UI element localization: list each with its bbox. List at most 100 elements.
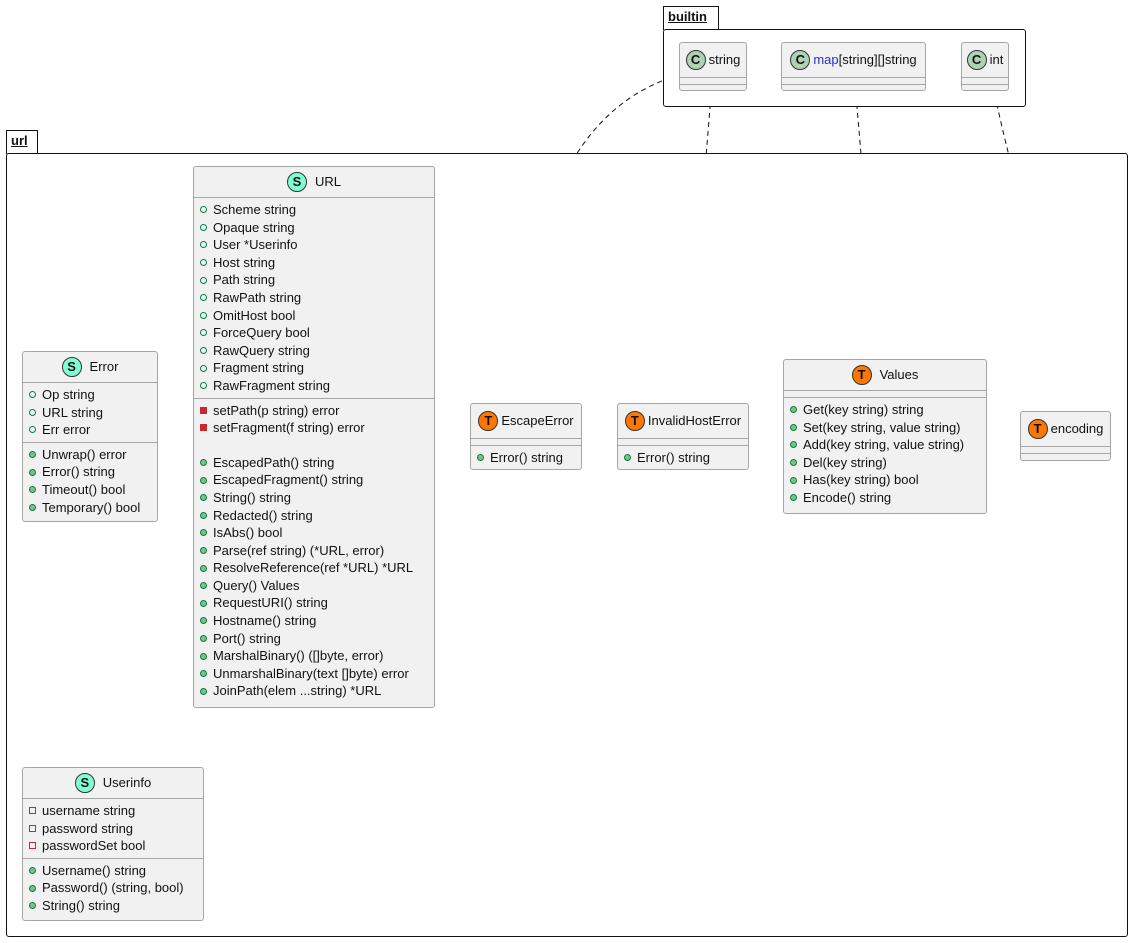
method-row: MarshalBinary() ([]byte, error) <box>200 647 428 665</box>
class-name: Values <box>879 367 919 383</box>
field-text: Fragment string <box>213 360 305 376</box>
method-text: JoinPath(elem ...string) *URL <box>213 683 382 699</box>
fields-section <box>782 77 925 84</box>
class-header: S URL <box>194 167 434 197</box>
method-text: String() string <box>213 489 292 505</box>
field-row: ForceQuery bool <box>200 324 428 342</box>
class-header: T Values <box>784 360 986 390</box>
public-method-icon <box>790 423 797 431</box>
public-field-icon <box>200 206 207 214</box>
field-text: passwordSet bool <box>42 838 146 854</box>
method-row: Encode() string <box>790 489 980 507</box>
package-tab-url: url <box>6 130 38 154</box>
class-name: encoding <box>1050 421 1104 437</box>
method-row: Set(key string, value string) <box>790 419 980 437</box>
public-field-icon <box>29 426 36 434</box>
method-text: Del(key string) <box>803 454 887 470</box>
method-text: MarshalBinary() ([]byte, error) <box>213 648 384 664</box>
class-encoding[interactable]: T encoding <box>1020 411 1111 461</box>
class-invalid-host-error[interactable]: T InvalidHostError Error() string <box>617 403 749 470</box>
method-text: Error() string <box>490 450 563 465</box>
methods-section <box>1021 453 1110 460</box>
method-row: Has(key string) bool <box>790 471 980 489</box>
method-text: EscapedFragment() string <box>213 472 364 488</box>
public-method-icon <box>29 503 36 511</box>
class-map-string-slice[interactable]: C map[string][]string <box>781 42 926 91</box>
method-row: IsAbs() bool <box>200 524 428 542</box>
method-text: Error() string <box>637 450 710 465</box>
class-url[interactable]: S URL Scheme string Opaque string User *… <box>193 166 435 708</box>
public-method-icon <box>200 687 207 695</box>
method-row: Password() (string, bool) <box>29 879 197 897</box>
public-method-icon <box>200 476 207 484</box>
method-text: EscapedPath() string <box>213 454 335 470</box>
package-tab-builtin: builtin <box>663 6 719 30</box>
map-keyword: map <box>813 52 839 68</box>
method-row: Error() string <box>624 449 742 467</box>
methods-section: Unwrap() error Error() string Timeout() … <box>23 441 157 519</box>
field-text: OmitHost bool <box>213 307 296 323</box>
class-name: string <box>708 52 741 68</box>
fields-section <box>680 77 746 84</box>
public-method-icon <box>790 494 797 502</box>
field-row: RawQuery string <box>200 342 428 360</box>
field-row: Err error <box>29 421 151 439</box>
field-row: RawPath string <box>200 289 428 307</box>
field-row: Host string <box>200 254 428 272</box>
method-row: Hostname() string <box>200 612 428 630</box>
class-name: URL <box>314 174 341 190</box>
class-values[interactable]: T Values Get(key string) string Set(key … <box>783 359 987 514</box>
public-field-icon <box>200 329 207 337</box>
fields-section <box>962 77 1008 84</box>
methods-section <box>680 84 746 91</box>
field-row: username string <box>29 802 197 820</box>
method-text: setPath(p string) error <box>213 402 340 418</box>
class-int[interactable]: C int <box>961 42 1009 91</box>
method-row: Timeout() bool <box>29 481 151 499</box>
field-text: RawPath string <box>213 289 302 305</box>
method-row: Redacted() string <box>200 507 428 525</box>
class-header: C string <box>680 43 746 77</box>
fields-section: Op string URL string Err error <box>23 382 157 442</box>
class-userinfo[interactable]: S Userinfo username string password stri… <box>22 767 204 921</box>
fields-section <box>471 438 581 445</box>
public-method-icon <box>200 546 207 554</box>
field-row: password string <box>29 820 197 838</box>
method-row: setFragment(f string) error <box>200 419 428 437</box>
class-stereotype-icon: C <box>966 50 987 70</box>
field-text: URL string <box>42 404 103 420</box>
public-field-icon <box>200 311 207 319</box>
public-field-icon <box>200 347 207 355</box>
field-row: OmitHost bool <box>200 307 428 325</box>
public-method-icon <box>29 486 36 494</box>
method-text: Parse(ref string) (*URL, error) <box>213 542 385 558</box>
field-row: URL string <box>29 404 151 422</box>
public-method-icon <box>29 468 36 476</box>
class-stereotype-icon: S <box>286 172 307 192</box>
public-method-icon <box>200 634 207 642</box>
method-text: Set(key string, value string) <box>803 419 961 435</box>
class-string[interactable]: C string <box>679 42 747 91</box>
class-stereotype-icon: T <box>851 365 872 385</box>
field-row: Opaque string <box>200 219 428 237</box>
class-escape-error[interactable]: T EscapeError Error() string <box>470 403 582 470</box>
public-field-icon <box>200 223 207 231</box>
field-text: Path string <box>213 272 276 288</box>
method-text: Port() string <box>213 630 281 646</box>
public-method-icon <box>790 459 797 467</box>
public-method-icon <box>200 599 207 607</box>
method-row: Username() string <box>29 862 197 880</box>
class-name: int <box>989 52 1004 68</box>
method-text: Encode() string <box>803 489 892 505</box>
fields-section <box>1021 446 1110 453</box>
field-row: Op string <box>29 386 151 404</box>
package-label-url: url <box>11 133 28 148</box>
method-text: Password() (string, bool) <box>42 880 184 896</box>
class-stereotype-icon: T <box>624 411 645 431</box>
field-text: Err error <box>42 422 91 438</box>
method-row: Error() string <box>477 449 575 467</box>
method-group-gap <box>200 437 428 454</box>
class-error[interactable]: S Error Op string URL string Err error U… <box>22 351 158 522</box>
methods-section: Error() string <box>618 445 748 470</box>
method-row: Parse(ref string) (*URL, error) <box>200 542 428 560</box>
